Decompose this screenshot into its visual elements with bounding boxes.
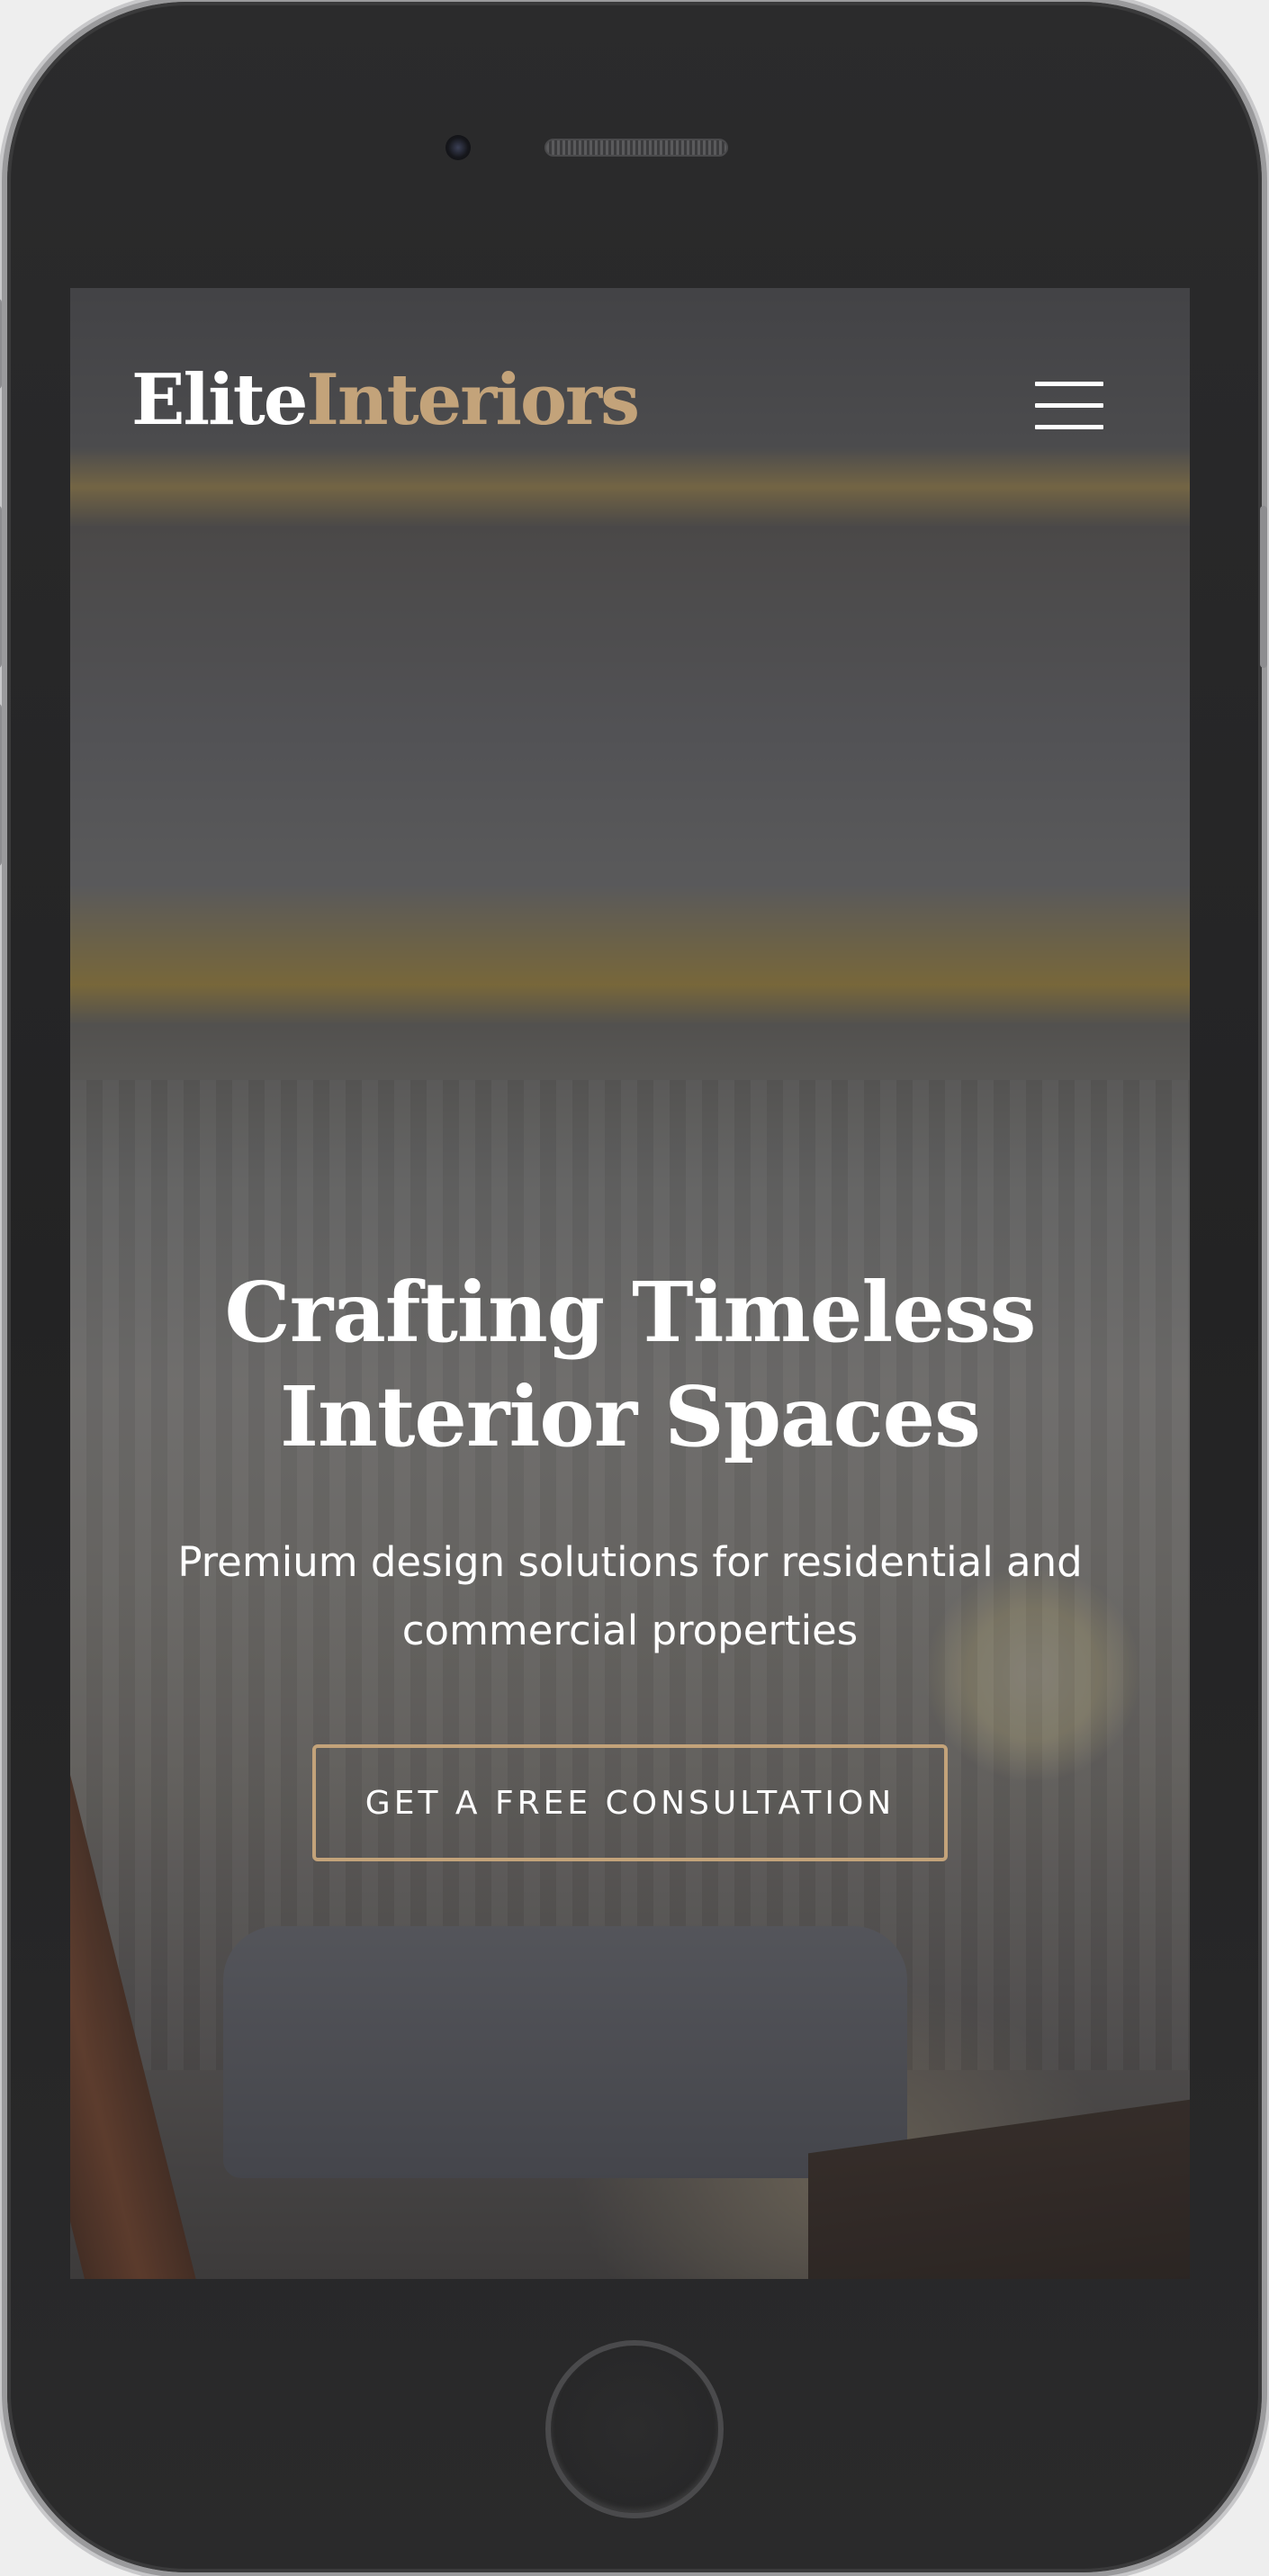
logo-text-elite: Elite	[131, 359, 308, 441]
hero-title: Crafting Timeless Interior Spaces	[224, 1264, 1037, 1465]
hero-subtitle: Premium design solutions for residential…	[177, 1538, 1083, 1654]
mute-switch	[0, 299, 2, 389]
hero-section: Crafting Timeless Interior Spaces Premiu…	[70, 1260, 1190, 1861]
front-camera-icon	[446, 135, 471, 160]
earpiece-speaker	[544, 139, 728, 157]
volume-down-button	[0, 704, 2, 866]
menu-line-top	[1035, 382, 1103, 386]
menu-line-bottom	[1035, 425, 1103, 429]
hamburger-menu-icon[interactable]	[1035, 382, 1107, 430]
logo-text-interiors: Interiors	[306, 359, 640, 441]
free-consultation-button[interactable]: GET A FREE CONSULTATION	[312, 1744, 948, 1861]
home-button[interactable]	[545, 2340, 724, 2518]
power-button	[1260, 506, 1267, 668]
screen: EliteInteriors Crafting Timeless Interio…	[70, 288, 1190, 2279]
menu-line-middle	[1035, 403, 1103, 408]
site-header: EliteInteriors	[70, 288, 1190, 522]
phone-frame: EliteInteriors Crafting Timeless Interio…	[0, 2, 1267, 2572]
volume-up-button	[0, 506, 2, 668]
site-logo[interactable]: EliteInteriors	[131, 365, 640, 436]
